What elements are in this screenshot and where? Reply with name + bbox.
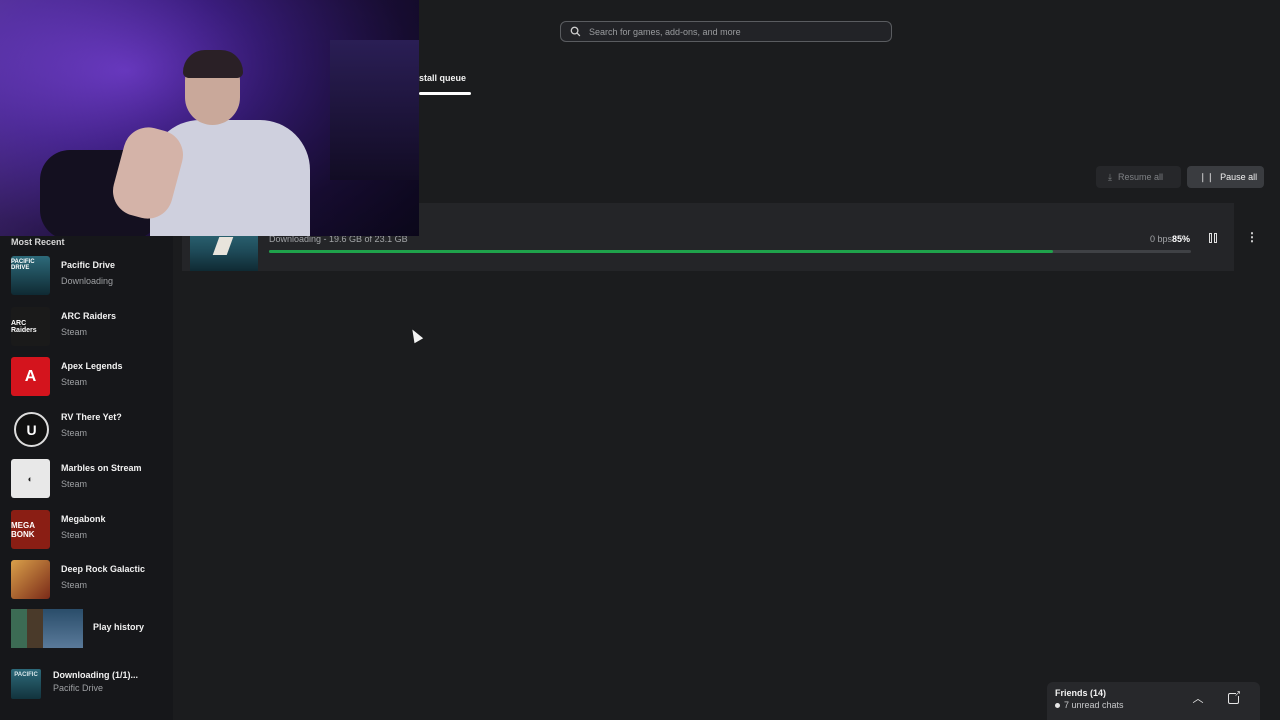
- sidebar-game-item[interactable]: ◐ Marbles on Stream Steam: [0, 456, 173, 506]
- sidebar-game-item[interactable]: Deep Rock Galactic Steam: [0, 557, 173, 607]
- more-options-icon[interactable]: ⋮: [1245, 229, 1259, 245]
- search-icon: [568, 25, 582, 39]
- sidebar-game-source: Steam: [61, 530, 88, 540]
- sidebar-game-name: Pacific Drive: [61, 260, 116, 270]
- sidebar-game-source: Steam: [61, 327, 88, 337]
- sidebar-game-source: Steam: [61, 580, 88, 590]
- arc-raiders-art: ARC Raiders: [11, 307, 50, 346]
- sidebar-game-name: Apex Legends: [61, 361, 123, 371]
- sidebar-downloading-status[interactable]: PACIFIC Downloading (1/1)... Pacific Dri…: [0, 664, 173, 704]
- sidebar-game-item[interactable]: ARC Raiders ARC Raiders Steam: [0, 304, 173, 354]
- sidebar-game-source: Steam: [61, 377, 88, 387]
- sidebar-game-source: Steam: [61, 479, 88, 489]
- search-input[interactable]: [589, 26, 879, 37]
- megabonk-art: MEGA BONK: [11, 510, 50, 549]
- webcam-overlay: [0, 0, 419, 236]
- sidebar-game-source: Steam: [61, 428, 88, 438]
- unreal-logo: U: [14, 412, 49, 447]
- play-history-label: Play history: [93, 622, 145, 632]
- pause-all-label: Pause all: [1220, 172, 1258, 182]
- sidebar-game-item[interactable]: A Apex Legends Steam: [0, 354, 173, 404]
- popout-icon[interactable]: ↗: [1228, 690, 1241, 704]
- downloading-game: Pacific Drive: [53, 683, 104, 693]
- sidebar-game-source: Downloading: [61, 276, 114, 286]
- chevron-up-icon[interactable]: ︿: [1192, 693, 1204, 705]
- unread-chats-label: 7 unread chats: [1064, 700, 1124, 710]
- pause-icon: ❘❘: [1199, 171, 1215, 182]
- play-history-thumbnails: [11, 609, 83, 648]
- pacific-drive-thumbnail-small: PACIFIC: [11, 669, 41, 699]
- sidebar-game-name: Deep Rock Galactic: [61, 564, 146, 574]
- download-speed: 0 bps: [1149, 234, 1172, 244]
- sidebar-game-name: Marbles on Stream: [61, 463, 142, 473]
- deep-rock-art: [11, 560, 50, 599]
- sidebar-game-item[interactable]: PACIFIC DRIVE Pacific Drive Downloading: [0, 253, 173, 303]
- sidebar-game-name: ARC Raiders: [61, 311, 117, 321]
- friends-title: Friends (14): [1055, 688, 1107, 698]
- webcam-monitor: [330, 40, 419, 180]
- mouse-cursor: [408, 327, 424, 344]
- sidebar-game-item[interactable]: MEGA BONK Megabonk Steam: [0, 507, 173, 557]
- download-icon: ⤓: [1108, 171, 1112, 182]
- active-tab-indicator: [419, 92, 471, 95]
- apex-legends-logo: A: [11, 357, 50, 396]
- pause-all-button[interactable]: ❘❘ Pause all: [1187, 166, 1264, 188]
- resume-all-button[interactable]: ⤓ Resume all: [1096, 166, 1181, 188]
- unread-dot-icon: [1055, 703, 1060, 709]
- pause-download-button[interactable]: [1206, 231, 1220, 245]
- most-recent-heading: Most Recent: [11, 237, 65, 247]
- webcam-person-hair: [183, 50, 243, 78]
- play-history-button[interactable]: Play history: [0, 606, 173, 650]
- resume-all-label: Resume all: [1117, 172, 1164, 182]
- tab-install-queue[interactable]: stall queue: [419, 73, 466, 83]
- unread-chats: 7 unread chats: [1055, 700, 1124, 710]
- downloading-count: Downloading (1/1)...: [53, 670, 138, 680]
- download-progress-bar: [269, 250, 1191, 253]
- download-percent: 85%: [1172, 234, 1191, 244]
- download-progress-fill: [269, 250, 1053, 253]
- sidebar-game-name: RV There Yet?: [61, 412, 122, 422]
- search-bar[interactable]: [560, 21, 892, 42]
- friends-panel[interactable]: Friends (14) 7 unread chats ︿ ↗: [1047, 682, 1260, 720]
- pacific-drive-art: PACIFIC DRIVE: [11, 256, 50, 295]
- sidebar-game-name: Megabonk: [61, 514, 106, 524]
- sidebar-game-item[interactable]: U RV There Yet? Steam: [0, 405, 173, 455]
- marbles-logo: ◐: [11, 459, 50, 498]
